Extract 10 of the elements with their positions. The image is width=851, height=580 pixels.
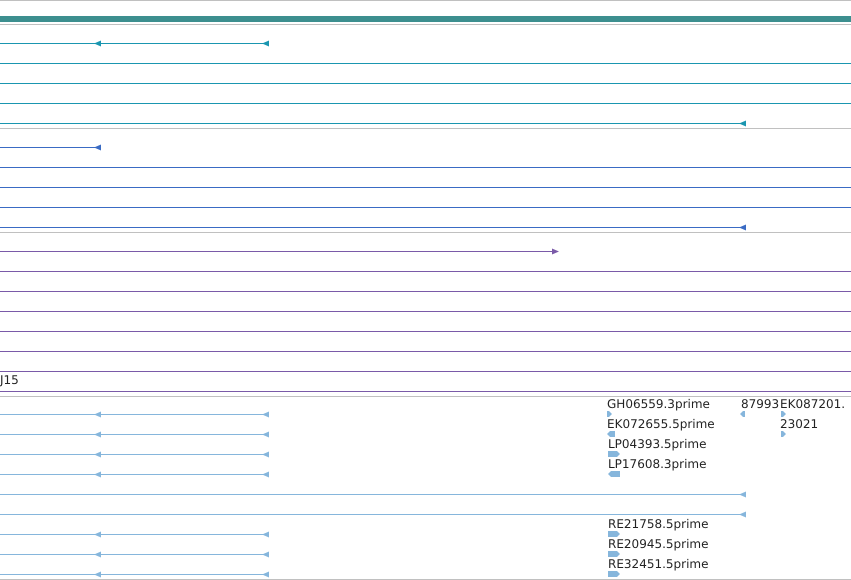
feature-label: EK072655.5prime xyxy=(607,417,715,431)
feature-label: RE20945.5prime xyxy=(608,537,708,551)
feature-label: LP04393.5prime xyxy=(608,437,707,451)
feature-label: GH06559.3prime xyxy=(607,397,710,411)
feature-label: LP17608.3prime xyxy=(608,457,707,471)
feature-label: RE21758.5prime xyxy=(608,517,708,531)
feature-label: 87993 xyxy=(741,397,780,411)
feature-label: 23021 xyxy=(780,417,818,431)
feature-label: RE32451.5prime xyxy=(608,557,708,571)
feature-label: EK087201. xyxy=(780,397,846,411)
